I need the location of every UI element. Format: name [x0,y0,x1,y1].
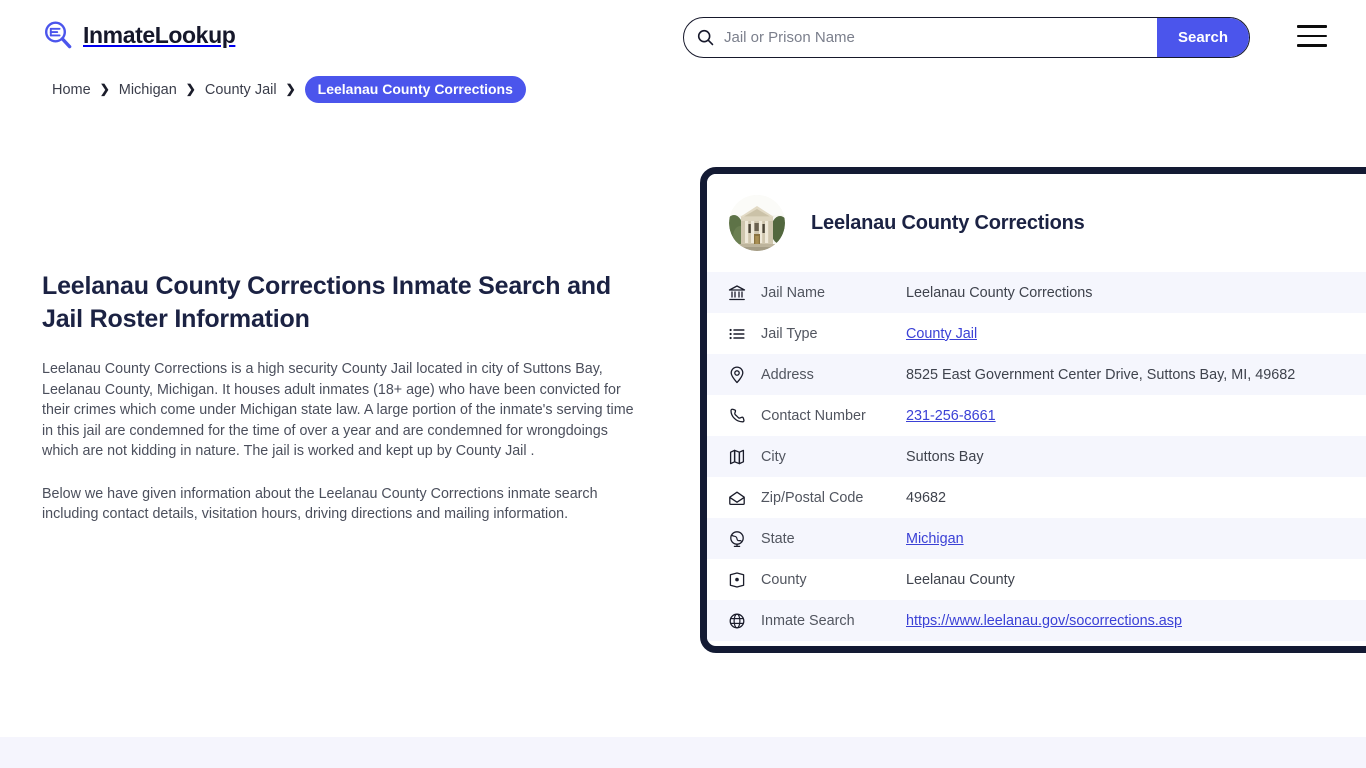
bank-landmark-icon [728,284,746,302]
search-icon [697,29,714,46]
table-row: Inmate Search https://www.leelanau.gov/so… [707,600,1366,641]
table-row: State Michigan [707,518,1366,559]
globe-icon [728,612,746,630]
menu-bar-1 [1297,25,1327,28]
intro-paragraph-1: Leelanau County Corrections is a high se… [42,361,634,459]
breadcrumb-link-michigan[interactable]: Michigan [119,82,177,98]
row-label: County [761,571,807,588]
intro-column: Leelanau County Corrections Inmate Searc… [42,270,637,525]
table-row: City Suttons Bay [707,436,1366,477]
row-value-link[interactable]: County Jail [906,326,977,342]
row-label: Jail Type [761,325,818,342]
row-value-link[interactable]: https://www.leelanau.gov/socorrections.a… [906,613,1182,629]
site-logo[interactable]: InmateLookup [42,19,236,51]
breadcrumb: Home ❯ Michigan ❯ County Jail ❯ Leelanau Count… [52,76,526,103]
breadcrumb-current: Leelanau County Corrections [304,76,526,103]
jail-info-card: Leelanau County Corrections Jail Name Lee… [700,167,1366,653]
map-location-icon [728,571,746,589]
breadcrumb-separator-icon: ❯ [185,81,196,96]
table-row: Jail Type County Jail [707,313,1366,354]
menu-bar-2 [1297,34,1327,38]
open-envelope-icon [728,489,746,507]
table-row: Address 8525 East Government Center Drive… [707,354,1366,395]
card-title: Leelanau County Corrections [811,211,1085,234]
row-label: Inmate Search [761,612,855,629]
row-value: 49682 [906,489,947,506]
page-root: InmateLookup Search Home ❯ Michigan ❯ County… [0,0,1366,768]
table-row: Contact Number 231-256-8661 [707,395,1366,436]
row-label: Contact Number [761,407,866,424]
row-value-link[interactable]: 231-256-8661 [906,408,996,424]
row-value: Leelanau County Corrections [906,284,1093,301]
table-row: Zip/Postal Code 49682 [707,477,1366,518]
row-value-link[interactable]: Michigan [906,531,964,547]
row-label: Jail Name [761,284,825,301]
list-icon [728,325,746,343]
phone-icon [728,407,746,425]
map-pin-icon [728,365,746,384]
row-label: Zip/Postal Code [761,489,864,506]
row-value: 8525 East Government Center Drive, Sutto… [906,366,1296,383]
page-title: Leelanau County Corrections Inmate Searc… [42,272,611,333]
row-label: State [761,530,795,547]
jail-detail-table: Jail Name Leelanau County Corrections Jail… [707,272,1366,641]
intro-paragraph-2: Below we have given information about th… [42,485,598,523]
courthouse-building-photo [729,195,785,251]
breadcrumb-link-home[interactable]: Home [52,82,91,98]
table-row: County Leelanau County [707,559,1366,600]
footer-band [0,737,1366,768]
site-header: InmateLookup Search [0,0,1366,73]
card-header: Leelanau County Corrections [707,174,1366,272]
search-bar[interactable]: Search [683,17,1250,58]
search-input[interactable] [714,18,1157,57]
menu-bar-3 [1297,44,1327,47]
logo-text: InmateLookup [83,21,236,48]
search-button[interactable]: Search [1157,18,1249,57]
map-icon [728,448,746,466]
row-value: Suttons Bay [906,448,984,465]
hamburger-menu-icon[interactable] [1297,25,1327,47]
row-label: Address [761,366,814,383]
breadcrumb-link-county-jail[interactable]: County Jail [205,82,277,98]
globe-stand-icon [728,530,746,548]
breadcrumb-separator-icon: ❯ [99,81,110,96]
row-label: City [761,448,786,465]
breadcrumb-separator-icon: ❯ [285,81,296,96]
row-value: Leelanau County [906,571,1015,588]
magnifier-list-icon [42,19,74,51]
table-row: Jail Name Leelanau County Corrections [707,272,1366,313]
